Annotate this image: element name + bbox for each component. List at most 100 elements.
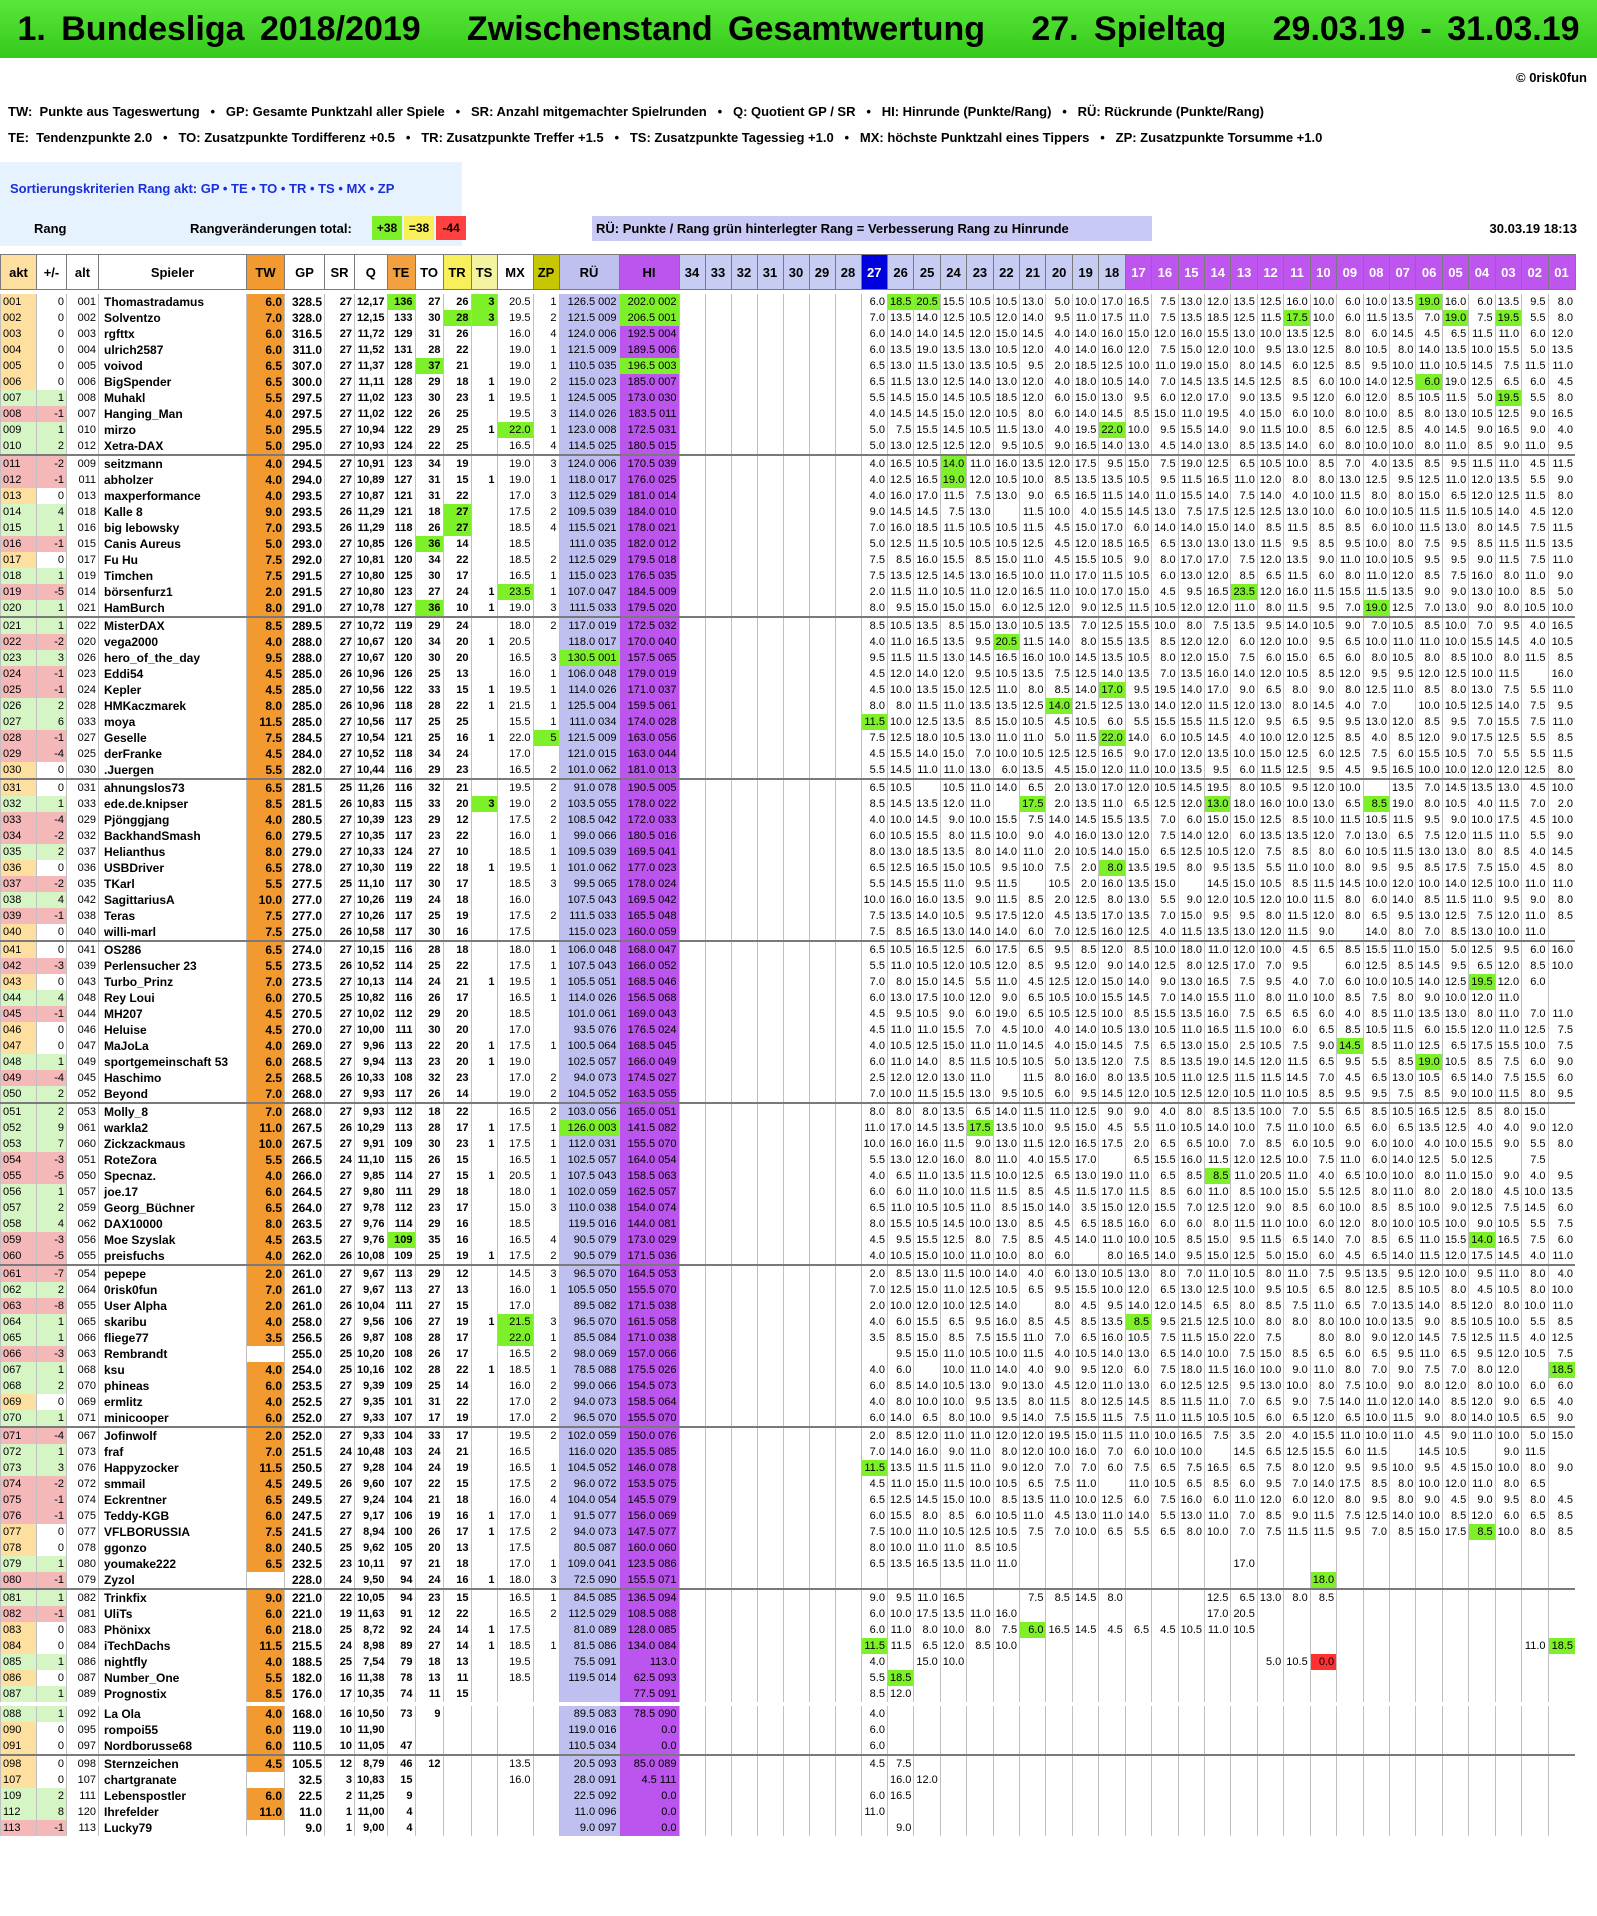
cell-spieler[interactable]: rgfttx [98, 326, 247, 342]
cell-spieler[interactable]: Lucky79 [98, 1820, 247, 1836]
cell-spieler[interactable]: OS286 [98, 940, 247, 958]
cell-spieler[interactable]: Canis Aureus [98, 536, 247, 552]
cell-spieler[interactable]: Number_One [98, 1670, 247, 1686]
cell-spieler[interactable]: DAX10000 [98, 1216, 247, 1232]
cell-spieler[interactable]: smmail [98, 1476, 247, 1492]
cell-spieler[interactable]: VFLBORUSSIA [98, 1524, 247, 1540]
cell-spieler[interactable]: Zyzol [98, 1572, 247, 1589]
cell-spieler[interactable]: Solventzo [98, 310, 247, 326]
cell-spieler[interactable]: fraf [98, 1444, 247, 1460]
cell-spieler[interactable]: 0risk0fun [98, 1282, 247, 1298]
cell-spieler[interactable]: chartgranate [98, 1772, 247, 1788]
cell-spieler[interactable]: Zickzackmaus [98, 1136, 247, 1152]
cell-spieler[interactable]: Heluise [98, 1022, 247, 1038]
cell-spieler[interactable]: ahnungslos73 [98, 778, 247, 796]
cell-spieler[interactable]: Eckrentner [98, 1492, 247, 1508]
cell-spieler[interactable]: Sternzeichen [98, 1754, 247, 1772]
cell-spieler[interactable]: seitzmann [98, 454, 247, 472]
cell-spieler[interactable]: vega2000 [98, 634, 247, 650]
cell-spieler[interactable]: UliTs [98, 1606, 247, 1622]
cell-spieler[interactable]: sportgemeinschaft 53 [98, 1054, 247, 1070]
cell-spieler[interactable]: maxperformance [98, 488, 247, 504]
cell-spieler[interactable]: Eddi54 [98, 666, 247, 682]
cell-spieler[interactable]: Kalle 8 [98, 504, 247, 520]
cell-week-02 [1521, 1706, 1548, 1722]
cell-spieler[interactable]: La Ola [98, 1706, 247, 1722]
cell-spieler[interactable]: Thomastradamus [98, 294, 247, 310]
cell-spieler[interactable]: Jofinwolf [98, 1426, 247, 1444]
cell-spieler[interactable]: nightfly [98, 1654, 247, 1670]
cell-spieler[interactable]: ksu [98, 1362, 247, 1378]
cell-spieler[interactable]: youmake222 [98, 1556, 247, 1572]
cell-spieler[interactable]: hero_of_the_day [98, 650, 247, 666]
cell-spieler[interactable]: Kepler [98, 682, 247, 698]
cell-week-31 [756, 1788, 784, 1804]
cell-spieler[interactable]: big lebowsky [98, 520, 247, 536]
cell-spieler[interactable]: Turbo_Prinz [98, 974, 247, 990]
cell-spieler[interactable]: Teras [98, 908, 247, 924]
cell-spieler[interactable]: moya [98, 714, 247, 730]
cell-spieler[interactable]: Rey Loui [98, 990, 247, 1006]
cell-spieler[interactable]: .Juergen [98, 762, 247, 779]
cell-spieler[interactable]: Phönixx [98, 1622, 247, 1638]
cell-spieler[interactable]: derFranke [98, 746, 247, 762]
cell-spieler[interactable]: HMKaczmarek [98, 698, 247, 714]
cell-week-22: 10.0 [992, 1638, 1020, 1654]
cell-spieler[interactable]: HamBurch [98, 600, 247, 617]
cell-spieler[interactable]: rompoi55 [98, 1722, 247, 1738]
cell-spieler[interactable]: Molly_8 [98, 1102, 247, 1120]
cell-spieler[interactable]: RoteZora [98, 1152, 247, 1168]
cell-spieler[interactable]: Teddy-KGB [98, 1508, 247, 1524]
cell-spieler[interactable]: Ihrefelder [98, 1804, 247, 1820]
cell-spieler[interactable]: Timchen [98, 568, 247, 584]
cell-spieler[interactable]: voivod [98, 358, 247, 374]
cell-spieler[interactable]: warkla2 [98, 1120, 247, 1136]
cell-spieler[interactable]: Muhakl [98, 390, 247, 406]
cell-spieler[interactable]: ggonzo [98, 1540, 247, 1556]
cell-spieler[interactable]: Specnaz. [98, 1168, 247, 1184]
cell-spieler[interactable]: skaribu [98, 1314, 247, 1330]
cell-spieler[interactable]: Perlensucher 23 [98, 958, 247, 974]
cell-spieler[interactable]: Moe Szyslak [98, 1232, 247, 1248]
cell-spieler[interactable]: SagittariusA [98, 892, 247, 908]
cell-spieler[interactable]: ede.de.knipser [98, 796, 247, 812]
cell-spieler[interactable]: joe.17 [98, 1184, 247, 1200]
cell-week-05: 4.5 [1441, 1492, 1469, 1508]
cell-spieler[interactable]: Geselle [98, 730, 247, 746]
cell-spieler[interactable]: Beyond [98, 1086, 247, 1103]
cell-spieler[interactable]: USBDriver [98, 860, 247, 876]
cell-spieler[interactable]: ulrich2587 [98, 342, 247, 358]
cell-spieler[interactable]: Pjönggjang [98, 812, 247, 828]
cell-spieler[interactable]: Lebenspostler [98, 1788, 247, 1804]
cell-spieler[interactable]: minicooper [98, 1410, 247, 1427]
cell-spieler[interactable]: iTechDachs [98, 1638, 247, 1654]
cell-spieler[interactable]: phineas [98, 1378, 247, 1394]
cell-spieler[interactable]: Rembrandt [98, 1346, 247, 1362]
cell-spieler[interactable]: BackhandSmash [98, 828, 247, 844]
cell-spieler[interactable]: MisterDAX [98, 616, 247, 634]
cell-spieler[interactable]: Haschimo [98, 1070, 247, 1086]
cell-spieler[interactable]: MH207 [98, 1006, 247, 1022]
cell-spieler[interactable]: TKarl [98, 876, 247, 892]
cell-spieler[interactable]: MaJoLa [98, 1038, 247, 1054]
cell-spieler[interactable]: Fu Hu [98, 552, 247, 568]
cell-spieler[interactable]: BigSpender [98, 374, 247, 390]
cell-spieler[interactable]: Xetra-DAX [98, 438, 247, 455]
cell-spieler[interactable]: ermlitz [98, 1394, 247, 1410]
cell-spieler[interactable]: Trinkfix [98, 1588, 247, 1606]
cell-spieler[interactable]: Prognostix [98, 1686, 247, 1702]
cell-spieler[interactable]: Hanging_Man [98, 406, 247, 422]
cell-spieler[interactable]: fliege77 [98, 1330, 247, 1346]
cell-spieler[interactable]: User Alpha [98, 1298, 247, 1314]
cell-spieler[interactable]: pepepe [98, 1264, 247, 1282]
cell-spieler[interactable]: mirzo [98, 422, 247, 438]
cell-spieler[interactable]: börsenfurz1 [98, 584, 247, 600]
cell-spieler[interactable]: Happyzocker [98, 1460, 247, 1476]
cell-spieler[interactable]: Helianthus [98, 844, 247, 860]
cell-spieler[interactable]: Nordborusse68 [98, 1738, 247, 1755]
cell-spieler[interactable]: willi-marl [98, 924, 247, 941]
cell-spieler[interactable]: abholzer [98, 472, 247, 488]
cell-spieler[interactable]: preisfuchs [98, 1248, 247, 1265]
cell-spieler[interactable]: Georg_Büchner [98, 1200, 247, 1216]
cell-pm: 1 [36, 1410, 67, 1427]
